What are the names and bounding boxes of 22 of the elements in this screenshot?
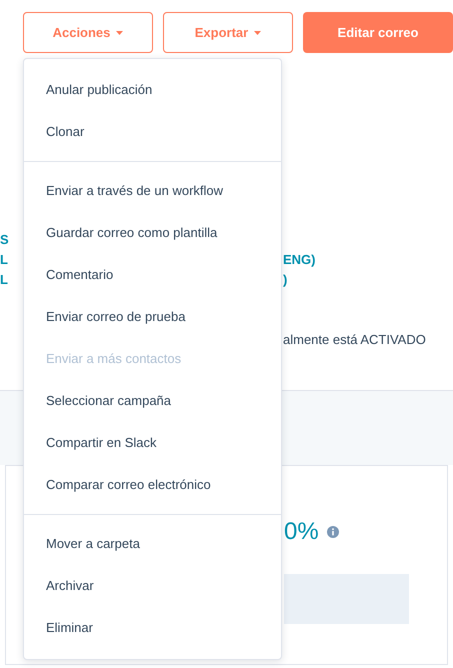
menu-item[interactable]: Comparar correo electrónico bbox=[24, 464, 281, 506]
menu-item[interactable]: Enviar a través de un workflow bbox=[24, 170, 281, 212]
menu-item[interactable]: Compartir en Slack bbox=[24, 422, 281, 464]
menu-item[interactable]: Comentario bbox=[24, 254, 281, 296]
metric-value: 0% bbox=[284, 517, 319, 547]
menu-item[interactable]: Archivar bbox=[24, 565, 281, 607]
menu-item[interactable]: Enviar correo de prueba bbox=[24, 296, 281, 338]
menu-item[interactable]: Mover a carpeta bbox=[24, 523, 281, 565]
menu-item[interactable]: Anular publicación bbox=[24, 69, 281, 111]
caret-icon bbox=[116, 30, 124, 34]
menu-item[interactable]: Eliminar bbox=[24, 607, 281, 649]
link-text[interactable]: ) bbox=[283, 270, 288, 290]
menu-item[interactable]: Guardar correo como plantilla bbox=[24, 212, 281, 254]
status-text: almente está ACTIVADO bbox=[283, 331, 426, 350]
link-text[interactable]: L bbox=[0, 252, 8, 267]
link-text[interactable]: L bbox=[0, 272, 8, 287]
link-text[interactable]: S bbox=[0, 232, 9, 247]
menu-item[interactable]: Clonar bbox=[24, 111, 281, 153]
menu-item[interactable]: Seleccionar campaña bbox=[24, 380, 281, 422]
caret-icon bbox=[254, 30, 262, 34]
link-text[interactable]: ENG) bbox=[283, 250, 316, 270]
info-icon bbox=[326, 526, 339, 538]
